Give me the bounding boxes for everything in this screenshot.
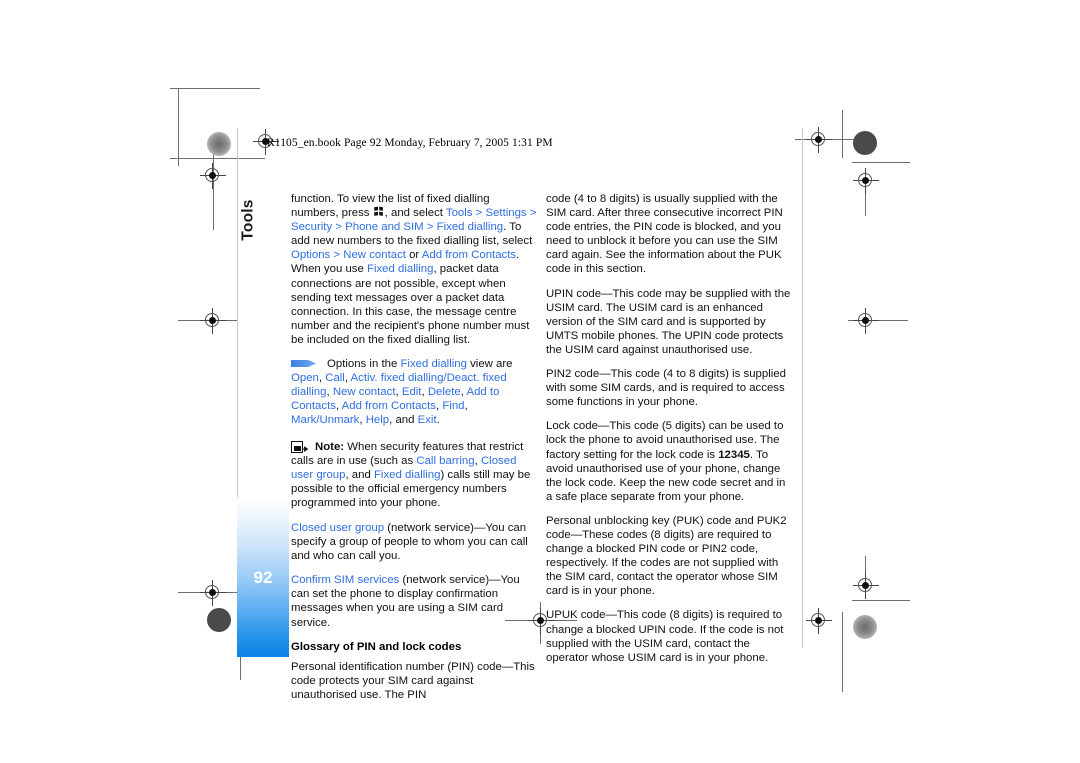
print-density-dot-icon <box>853 131 877 155</box>
page-number: 92 <box>253 568 273 587</box>
link-call[interactable]: Call <box>325 372 345 384</box>
link-new-contact-2[interactable]: New contact <box>333 386 396 398</box>
link-fixed-dialling-3[interactable]: Fixed dialling <box>374 469 440 481</box>
paragraph-upuk-code: UPUK code—This code (8 digits) is requir… <box>546 609 784 664</box>
registration-target-icon <box>200 580 226 606</box>
link-closed-user-group-2[interactable]: Closed user group <box>291 522 384 534</box>
registration-target-icon <box>853 573 879 599</box>
link-edit[interactable]: Edit <box>402 386 422 398</box>
nokia-menu-key-icon <box>373 206 384 217</box>
paragraph-pin-code: Personal identification number (PIN) cod… <box>291 660 535 701</box>
registration-target-icon <box>200 308 226 334</box>
left-text-column: function. To view the list of fixed dial… <box>291 192 537 712</box>
right-text-column: code (4 to 8 digits) is usually supplied… <box>546 192 792 675</box>
registration-target-icon <box>806 127 832 153</box>
link-tools[interactable]: Tools <box>446 207 473 219</box>
crop-mark-line <box>213 150 214 230</box>
link-add-from-contacts[interactable]: Add from Contacts <box>422 249 516 261</box>
link-call-barring[interactable]: Call barring <box>416 455 474 467</box>
crop-mark-line <box>852 600 910 601</box>
options-note-block: Options in the Fixed dialling view are O… <box>291 357 537 427</box>
link-settings[interactable]: Settings <box>485 207 526 219</box>
link-fixed-dialling[interactable]: Fixed dialling <box>437 221 503 233</box>
crop-mark-line <box>842 110 843 158</box>
paragraph-upin-code: UPIN code—This code may be supplied with… <box>546 287 791 356</box>
note-phone-icon <box>291 440 309 453</box>
link-activ-fixed-dialling[interactable]: Activ. fixed dialling <box>351 372 444 384</box>
note-block: Note: When security features that restri… <box>291 440 537 510</box>
subheading-glossary: Glossary of PIN and lock codes <box>291 640 462 653</box>
registration-target-icon <box>853 168 879 194</box>
print-density-dot-icon <box>207 608 231 632</box>
link-delete[interactable]: Delete <box>428 386 461 398</box>
print-density-dot-icon <box>853 615 877 639</box>
link-new-contact[interactable]: New contact <box>343 249 406 261</box>
chapter-tab-label: Tools <box>240 199 257 241</box>
crop-mark-line <box>178 88 179 166</box>
note-label: Note: <box>315 440 345 453</box>
crop-mark-line <box>170 88 260 89</box>
link-add-from-contacts-2[interactable]: Add from Contacts <box>342 400 436 412</box>
registration-target-icon <box>806 608 832 634</box>
print-density-dot-icon <box>207 132 231 156</box>
link-fixed-dialling-view[interactable]: Fixed dialling <box>400 358 466 370</box>
registration-target-icon <box>853 308 879 334</box>
paragraph-pin2-code: PIN2 code—This code (4 to 8 digits) is s… <box>546 368 786 409</box>
paragraph-lock-code: Lock code—This code (5 digits) can be us… <box>546 420 786 503</box>
link-security[interactable]: Security <box>291 221 332 233</box>
link-fixed-dialling-2[interactable]: Fixed dialling <box>367 263 433 275</box>
note-text: Note: When security features that restri… <box>291 440 531 509</box>
crop-mark-line <box>842 612 843 692</box>
crop-mark-line <box>852 162 910 163</box>
chapter-tab: Tools <box>231 175 267 265</box>
paragraph-closed-user-group: Closed user group (network service)—You … <box>291 521 528 563</box>
blue-arrow-bullet-icon <box>291 359 317 368</box>
link-mark-unmark[interactable]: Mark/Unmark <box>291 414 359 426</box>
link-open[interactable]: Open <box>291 372 319 384</box>
link-help[interactable]: Help <box>366 414 389 426</box>
book-header: R1105_en.book Page 92 Monday, February 7… <box>267 137 553 149</box>
paragraph-fixed-dialling: function. To view the list of fixed dial… <box>291 193 537 346</box>
paragraph-confirm-sim-services: Confirm SIM services (network service)—Y… <box>291 574 520 629</box>
link-exit[interactable]: Exit <box>418 414 437 426</box>
paragraph-pin-code-continued: code (4 to 8 digits) is usually supplied… <box>546 193 783 276</box>
link-options[interactable]: Options <box>291 249 330 261</box>
registration-target-icon <box>200 163 226 189</box>
link-find[interactable]: Find <box>442 400 464 412</box>
link-phone-and-sim[interactable]: Phone and SIM <box>345 221 424 233</box>
link-confirm-sim-services[interactable]: Confirm SIM services <box>291 574 399 586</box>
paragraph-puk-code: Personal unblocking key (PUK) code and P… <box>546 514 787 598</box>
lock-code-default-value: 12345 <box>718 448 750 461</box>
options-note-text: Options in the Fixed dialling view are O… <box>291 358 513 427</box>
